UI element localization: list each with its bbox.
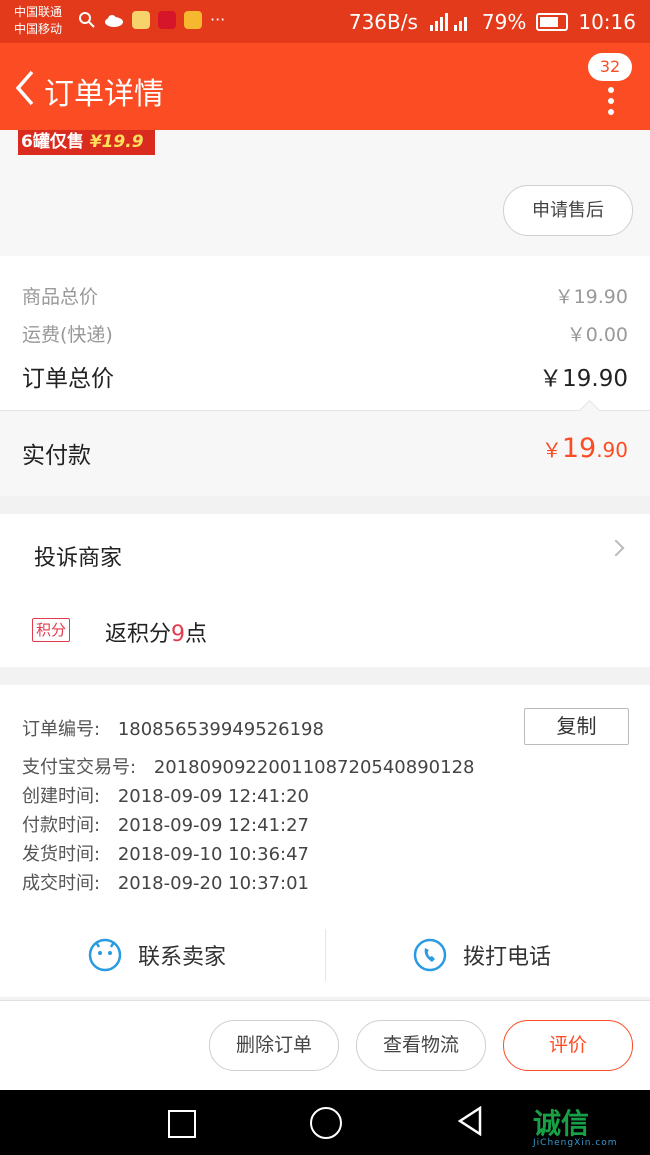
points-prefix: 返积分 — [105, 622, 172, 647]
shipping-row: 运费(快递) ￥0.00 — [22, 320, 628, 347]
watermark-logo: 诚信 JiChengXin.com — [533, 1102, 618, 1148]
cloud-icon — [105, 14, 123, 27]
shipping-label: 运费(快递) — [22, 324, 113, 346]
order-total-row: 订单总价 ￥19.90 — [22, 359, 628, 393]
paid-amount: ￥19.90 — [542, 433, 628, 464]
action-bar: 删除订单 查看物流 评价 — [0, 1000, 650, 1091]
service-section: 投诉商家 积分 返积分9点 — [0, 514, 650, 667]
paid-decimal: .90 — [596, 438, 628, 462]
search-icon — [79, 11, 95, 28]
message-count-badge: 32 — [588, 53, 632, 81]
shipped-time: 2018-09-10 10:36:47 — [117, 844, 309, 865]
view-logistics-button[interactable]: 查看物流 — [356, 1020, 486, 1071]
recent-apps-button[interactable] — [168, 1110, 196, 1138]
paid-label: 实付款 — [22, 443, 91, 469]
points-reward: 返积分9点 — [105, 616, 207, 648]
call-phone-button[interactable]: 拨打电话 — [413, 925, 551, 985]
apply-after-sale-button[interactable]: 申请售后 — [503, 185, 633, 236]
copy-button[interactable]: 复制 — [524, 708, 629, 745]
delete-order-button[interactable]: 删除订单 — [209, 1020, 339, 1071]
created-label: 创建时间: — [22, 786, 101, 807]
contact-seller-button[interactable]: 联系卖家 — [88, 925, 226, 985]
home-button[interactable] — [310, 1107, 342, 1139]
contact-seller-label: 联系卖家 — [138, 945, 227, 970]
paid-time: 2018-09-09 12:41:27 — [117, 815, 309, 836]
battery-percent: 79% — [481, 10, 527, 34]
more-menu-button[interactable]: 32 — [588, 53, 632, 115]
back-arrow-icon[interactable] — [14, 69, 36, 107]
phone-icon — [413, 938, 447, 972]
shipping-value: ￥0.00 — [566, 324, 628, 346]
notch — [578, 399, 601, 422]
completed-time-row: 成交时间: 2018-09-20 10:37:01 — [22, 869, 309, 895]
goods-total-row: 商品总价 ￥19.90 — [22, 282, 628, 309]
product-section: 6罐仅售 ¥19.9 申请售后 — [0, 130, 650, 256]
promo-banner: 6罐仅售 ¥19.9 — [18, 130, 155, 155]
completed-time: 2018-09-20 10:37:01 — [117, 873, 309, 894]
shipped-time-row: 发货时间: 2018-09-10 10:36:47 — [22, 840, 309, 866]
chat-face-icon — [88, 938, 122, 972]
points-value: 9 — [171, 622, 186, 647]
app-header: 订单详情 32 — [0, 43, 650, 130]
network-speed: 736B/s — [348, 10, 418, 34]
call-phone-label: 拨打电话 — [463, 945, 552, 970]
divider — [325, 929, 326, 981]
goods-total-value: ￥19.90 — [554, 286, 628, 308]
promo-price: ¥19.9 — [89, 132, 144, 152]
alipay-number: 2018090922001108720540890128 — [153, 757, 475, 778]
alipay-row: 支付宝交易号: 2018090922001108720540890128 — [22, 753, 474, 779]
created-time-row: 创建时间: 2018-09-09 12:41:20 — [22, 782, 309, 808]
completed-label: 成交时间: — [22, 873, 101, 894]
status-bar: 中国联通 中国移动 ··· 736B/s 79% 10:16 — [0, 0, 650, 43]
more-icon: ··· — [210, 10, 226, 29]
chevron-right-icon[interactable] — [607, 539, 625, 557]
signal-icon — [429, 13, 467, 31]
order-number-row: 订单编号: 180856539949526198 — [22, 715, 324, 741]
app-icon — [158, 10, 176, 29]
paid-time-label: 付款时间: — [22, 815, 101, 836]
system-nav-bar: 诚信 JiChengXin.com — [0, 1090, 650, 1155]
order-info-section: 订单编号: 180856539949526198 复制 支付宝交易号: 2018… — [0, 685, 650, 997]
more-vertical-icon — [608, 87, 614, 115]
complain-seller-link[interactable]: 投诉商家 — [34, 540, 122, 572]
alipay-label: 支付宝交易号: — [22, 757, 137, 778]
carrier-info: 中国联通 中国移动 — [14, 4, 62, 38]
contact-row: 联系卖家 拨打电话 — [0, 925, 650, 985]
paid-integer: 19 — [561, 433, 597, 464]
battery-icon — [536, 13, 569, 31]
shipped-label: 发货时间: — [22, 844, 101, 865]
order-number-label: 订单编号: — [22, 719, 101, 740]
price-summary: 商品总价 ￥19.90 运费(快递) ￥0.00 订单总价 ￥19.90 实付款… — [0, 256, 650, 496]
paid-currency: ￥ — [541, 438, 562, 462]
notification-icons: ··· — [78, 10, 225, 29]
page-title: 订单详情 — [44, 77, 164, 112]
watermark-sub: JiChengXin.com — [533, 1138, 618, 1148]
review-button[interactable]: 评价 — [503, 1020, 633, 1071]
order-number: 180856539949526198 — [117, 719, 324, 740]
clock: 10:16 — [578, 10, 636, 34]
paid-row: 实付款 ￥19.90 — [0, 399, 650, 496]
points-tag: 积分 — [32, 618, 71, 642]
order-total-value: ￥19.90 — [539, 366, 628, 392]
goods-total-label: 商品总价 — [22, 286, 99, 308]
carrier-2: 中国移动 — [14, 22, 63, 36]
carrier-1: 中国联通 — [14, 5, 63, 19]
back-triangle-icon[interactable] — [456, 1106, 484, 1136]
app-icon — [184, 10, 202, 29]
created-time: 2018-09-09 12:41:20 — [117, 786, 309, 807]
order-total-label: 订单总价 — [22, 366, 114, 392]
promo-text: 6罐仅售 — [21, 132, 84, 152]
paid-time-row: 付款时间: 2018-09-09 12:41:27 — [22, 811, 309, 837]
watermark-text: 诚信 — [533, 1107, 590, 1140]
app-icon — [132, 10, 150, 29]
status-right: 736B/s 79% 10:16 — [349, 10, 636, 34]
points-suffix: 点 — [185, 622, 208, 647]
